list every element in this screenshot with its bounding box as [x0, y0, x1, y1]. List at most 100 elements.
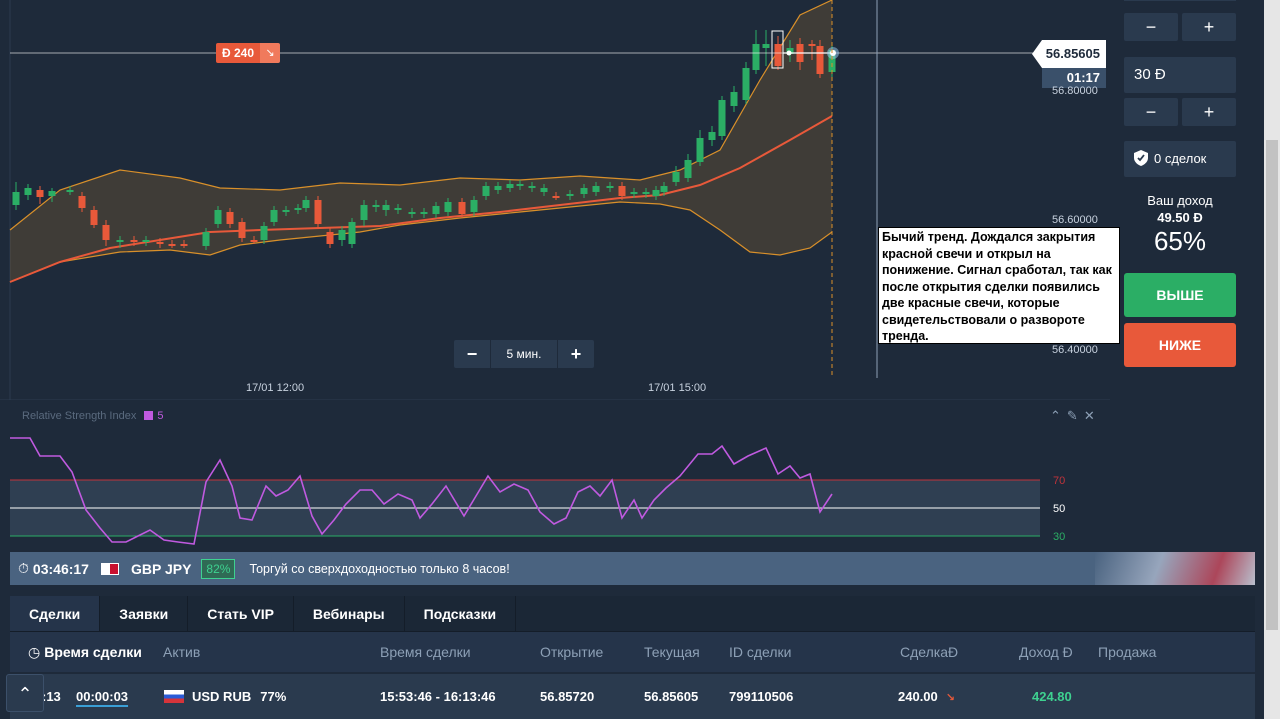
us-ru-flag-icon — [164, 690, 184, 703]
candle-body — [470, 200, 478, 212]
candle-body — [90, 210, 98, 225]
ticker-payout-badge: 82% — [201, 558, 236, 579]
candle-body — [642, 192, 650, 194]
promo-ticker[interactable]: ⏱ 03:46:17 GBP JPY 82% Торгуй со сверхдо… — [10, 552, 1255, 585]
candle-body — [684, 160, 692, 178]
time-stepper: − + — [1124, 13, 1236, 41]
candle-body — [774, 44, 782, 66]
amount-plus-button[interactable]: + — [1182, 98, 1236, 126]
candle-body — [360, 205, 368, 220]
deals-count-label: 0 сделок — [1154, 151, 1207, 166]
column-header[interactable]: СделкаĐ — [900, 632, 958, 672]
ticker-time: 03:46:17 — [32, 560, 89, 577]
close-icon[interactable]: ✕ — [1084, 408, 1101, 423]
timeframe-minus-button[interactable]: − — [454, 344, 490, 365]
pencil-icon[interactable]: ✎ — [1067, 408, 1084, 423]
candle-body — [142, 240, 150, 242]
candle-body — [282, 210, 290, 212]
column-header[interactable]: ID сделки — [729, 632, 792, 672]
price-axis-label: 56.60000 — [1052, 214, 1098, 226]
column-header[interactable]: Открытие — [540, 632, 603, 672]
candle-body — [270, 210, 278, 222]
candle-body — [552, 196, 560, 198]
ticker-pair: GBP JPY — [130, 560, 192, 577]
gb-flag-icon — [100, 562, 119, 575]
current-point — [830, 50, 836, 56]
chevron-up-icon[interactable]: ⌃ — [1050, 408, 1067, 423]
candle-body — [752, 44, 760, 70]
rsi-level-50: 50 — [1053, 503, 1066, 515]
timeframe-plus-button[interactable]: + — [558, 344, 594, 365]
candle-body — [202, 232, 210, 246]
candle-body — [816, 46, 824, 74]
deal-amount-cell: 240.00 ↘ — [898, 689, 955, 704]
candle-body — [762, 44, 770, 48]
deal-countdown: 00:00:03 — [76, 689, 129, 704]
candle-body — [516, 184, 524, 186]
candle-body — [420, 212, 428, 214]
amount-input[interactable]: 30 Đ — [1124, 57, 1236, 93]
tab-deals[interactable]: Сделки — [10, 596, 101, 631]
tab-vip[interactable]: Стать VIP — [188, 596, 294, 631]
deal-expiry: :13 — [42, 689, 61, 704]
column-header[interactable]: Продажа — [1098, 632, 1156, 672]
candle-body — [444, 202, 452, 212]
shield-icon — [1134, 150, 1148, 166]
candle-body — [382, 205, 390, 210]
candle-body — [742, 68, 750, 100]
time-minus-button[interactable]: − — [1124, 13, 1178, 41]
candle-body — [528, 186, 536, 188]
candle-body — [494, 186, 502, 190]
column-header[interactable]: Доход Đ — [1019, 632, 1073, 672]
time-plus-button[interactable]: + — [1182, 13, 1236, 41]
amount-stepper: − + — [1124, 98, 1236, 126]
deal-marker: Đ 240 ↘ — [216, 43, 281, 63]
candle-body — [36, 190, 44, 197]
candle-body — [660, 186, 668, 192]
scrollbar-thumb[interactable] — [1266, 140, 1278, 630]
candle-body — [618, 186, 626, 196]
column-header[interactable]: Актив — [163, 632, 200, 672]
candle-body — [348, 222, 356, 244]
candle-body — [408, 212, 416, 214]
deals-table-header: ◷ Время сделки Актив Время сделки Открыти… — [10, 632, 1255, 672]
candle-body — [238, 222, 246, 238]
candle-body — [326, 232, 334, 244]
call-up-button[interactable]: ВЫШЕ — [1124, 273, 1236, 317]
candle-body — [102, 225, 110, 240]
column-header[interactable]: ◷ Время сделки — [28, 632, 142, 672]
arrow-down-right-icon: ↘ — [945, 692, 955, 704]
top-panel-edge — [1124, 0, 1236, 1]
candle-body — [458, 202, 466, 214]
rsi-title: Relative Strength Index 5 — [22, 410, 163, 422]
deals-count-button[interactable]: 0 сделок — [1124, 141, 1236, 177]
current-price: 56.85605 — [1032, 40, 1106, 68]
column-header[interactable]: Время сделки — [380, 632, 471, 672]
amount-minus-button[interactable]: − — [1124, 98, 1178, 126]
rsi-period: 5 — [157, 410, 164, 422]
page-scrollbar[interactable] — [1264, 0, 1280, 719]
table-row[interactable]: :13 00:00:03 USD RUB 77% 15:53:46 - 16:13… — [10, 674, 1255, 719]
put-down-button[interactable]: НИЖЕ — [1124, 323, 1236, 367]
candle-body — [482, 186, 490, 196]
tab-hints[interactable]: Подсказки — [405, 596, 517, 631]
rsi-chart[interactable] — [0, 400, 1110, 550]
deal-open-price: 56.85720 — [540, 689, 595, 704]
candle-body — [78, 196, 86, 208]
timeframe-control: − 5 мин. + — [454, 340, 594, 368]
candle-body — [116, 240, 124, 242]
candle-body — [808, 44, 816, 46]
column-header[interactable]: Текущая — [644, 632, 700, 672]
deal-asset: USD RUB 77% — [164, 674, 286, 719]
tab-orders[interactable]: Заявки — [100, 596, 189, 631]
tab-webinars[interactable]: Вебинары — [294, 596, 405, 631]
timeframe-value[interactable]: 5 мин. — [490, 340, 558, 368]
candle-body — [250, 240, 258, 242]
deal-profit: 424.80 — [1032, 689, 1072, 704]
candle-body — [24, 188, 32, 195]
candle-body — [708, 132, 716, 140]
price-axis-label: 56.80000 — [1052, 85, 1098, 97]
candle-body — [566, 194, 574, 196]
scroll-top-button[interactable]: ⌃ — [6, 674, 44, 712]
flags-banner — [1095, 552, 1255, 585]
